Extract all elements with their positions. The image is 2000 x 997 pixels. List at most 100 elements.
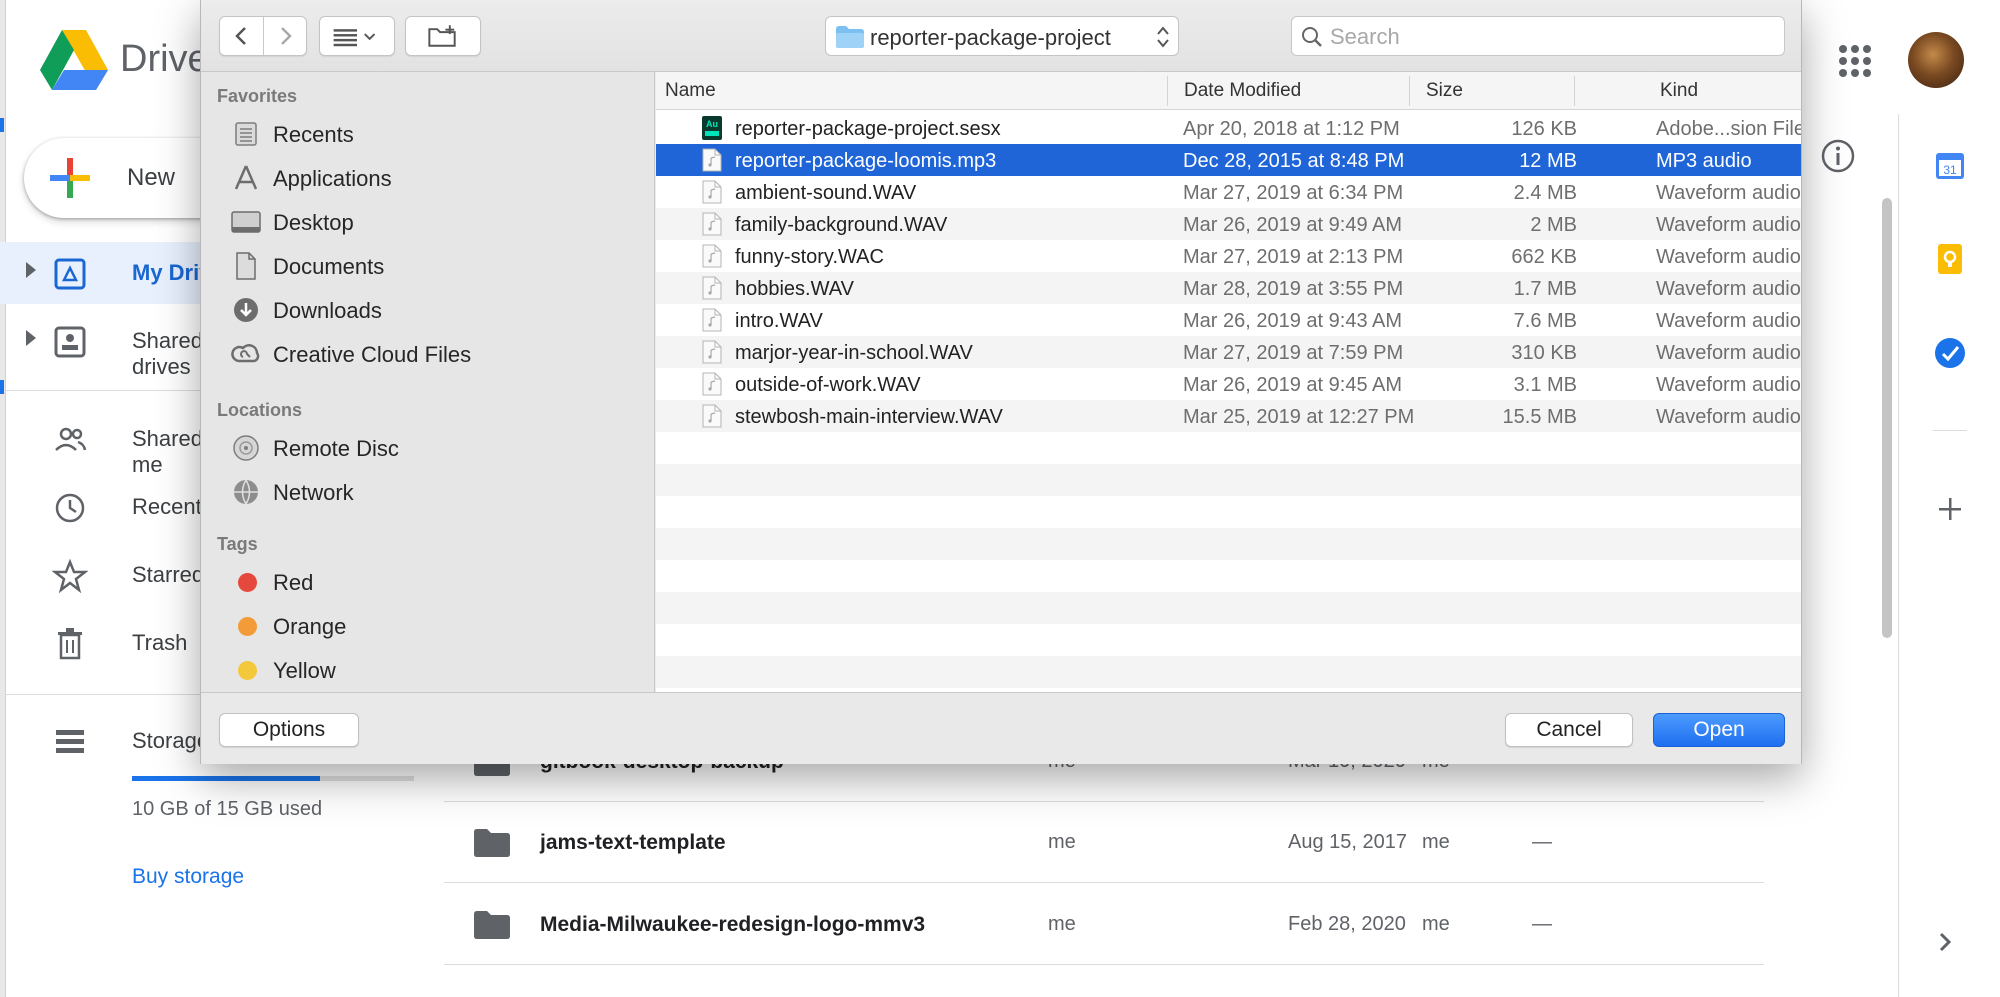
view-mode-button[interactable] <box>319 16 395 56</box>
tasks-icon[interactable] <box>1933 336 1967 370</box>
nav-label: Starred <box>132 562 205 587</box>
sidebar-item-label: Documents <box>273 254 385 279</box>
sidebar-item-creative-cloud[interactable]: Creative Cloud Files <box>201 334 654 374</box>
audio-file-icon <box>702 148 722 172</box>
file-name: marjor-year-in-school.WAV <box>735 342 973 364</box>
column-separator[interactable] <box>1574 76 1575 106</box>
file-size: 310 KB <box>1511 342 1577 364</box>
file-list-header: Name Date Modified Size Kind <box>656 72 1801 110</box>
info-icon[interactable] <box>1820 138 1856 174</box>
column-header-name[interactable]: Name <box>665 80 716 102</box>
storage-icon <box>56 730 84 753</box>
expand-caret-icon[interactable] <box>26 262 36 278</box>
sidebar-tag-orange[interactable]: Orange <box>201 606 654 646</box>
orange-tag-icon <box>238 617 257 636</box>
cancel-button[interactable]: Cancel <box>1505 713 1633 747</box>
open-button[interactable]: Open <box>1653 713 1785 747</box>
storage-usage-text: 10 GB of 15 GB used <box>132 798 323 820</box>
sidebar-item-label: Desktop <box>273 210 354 235</box>
drive-file-name: jams-text-template <box>540 831 726 854</box>
creative-cloud-icon <box>231 344 260 363</box>
drive-file-name: Media-Milwaukee-redesign-logo-mmv3 <box>540 913 926 936</box>
column-separator[interactable] <box>1167 76 1168 106</box>
options-button[interactable]: Options <box>219 713 359 747</box>
file-date-modified: Mar 27, 2019 at 2:13 PM <box>1183 246 1404 268</box>
search-field[interactable] <box>1291 16 1785 56</box>
file-name: hobbies.WAV <box>735 278 854 300</box>
drive-file-modified: Feb 28, 2020 <box>1288 913 1406 935</box>
audio-file-icon <box>702 372 722 396</box>
file-row[interactable]: ambient-sound.WAV Mar 27, 2019 at 6:34 PM… <box>656 176 1801 208</box>
dialog-bottom-bar: Options Cancel Open <box>201 692 1801 764</box>
folder-icon <box>474 829 510 857</box>
storage-progress-fill <box>132 776 321 781</box>
chevron-left-icon <box>235 27 246 45</box>
my-drive-icon <box>54 258 86 290</box>
file-date-modified: Dec 28, 2015 at 8:48 PM <box>1183 150 1405 172</box>
file-row[interactable]: reporter-package-loomis.mp3 Dec 28, 2015 … <box>656 144 1801 176</box>
drive-file-row[interactable]: Media-Milwaukee-redesign-logo-mmv3 me Fe… <box>444 883 1764 965</box>
google-drive-logo-icon[interactable] <box>40 30 108 90</box>
file-kind: Waveform audio <box>1656 246 1801 268</box>
column-header-date[interactable]: Date Modified <box>1184 80 1301 102</box>
trash-icon <box>58 628 82 660</box>
empty-row-stripe <box>656 528 1801 560</box>
keep-icon[interactable] <box>1933 242 1967 276</box>
new-folder-icon <box>428 25 456 47</box>
disc-icon <box>233 435 259 461</box>
yellow-tag-icon <box>238 661 257 680</box>
drive-file-size: — <box>1532 913 1552 935</box>
chevron-right-icon <box>281 27 292 45</box>
sidebar-item-applications[interactable]: Applications <box>201 158 654 198</box>
location-popup[interactable]: reporter-package-project <box>825 16 1179 56</box>
new-folder-button[interactable] <box>405 16 481 56</box>
desktop-icon <box>231 211 261 233</box>
sidebar-item-network[interactable]: Network <box>201 472 654 512</box>
column-header-kind[interactable]: Kind <box>1660 80 1698 102</box>
file-row[interactable]: hobbies.WAV Mar 28, 2019 at 3:55 PM 1.7 MB… <box>656 272 1801 304</box>
file-row[interactable]: funny-story.WAC Mar 27, 2019 at 2:13 PM 66… <box>656 240 1801 272</box>
file-row[interactable]: intro.WAV Mar 26, 2019 at 9:43 AM 7.6 MB Wa… <box>656 304 1801 336</box>
apps-grid-icon[interactable] <box>1838 44 1872 78</box>
audio-file-icon <box>702 404 722 428</box>
sidebar-item-label: Recents <box>273 122 354 147</box>
sidebar-tag-red[interactable]: Red <box>201 562 654 602</box>
buy-storage-link[interactable]: Buy storage <box>132 865 244 889</box>
audio-file-icon <box>702 308 722 332</box>
search-input[interactable] <box>1330 23 1770 51</box>
drive-scrollbar-thumb[interactable] <box>1882 198 1892 638</box>
forward-button[interactable] <box>264 17 307 55</box>
sidebar-item-downloads[interactable]: Downloads <box>201 290 654 330</box>
expand-caret-icon[interactable] <box>26 330 36 346</box>
nav-label: Recent <box>132 494 202 519</box>
file-size: 1.7 MB <box>1513 278 1577 300</box>
drive-scrollbar[interactable] <box>1878 194 1896 694</box>
dialog-toolbar: reporter-package-project <box>201 0 1801 72</box>
drive-file-row[interactable]: jams-text-template me Aug 15, 2017 me — <box>444 801 1764 883</box>
up-down-arrows-icon <box>1157 26 1169 48</box>
calendar-icon[interactable]: 31 <box>1933 148 1967 182</box>
file-kind: Waveform audio <box>1656 278 1801 300</box>
sidebar-tag-yellow[interactable]: Yellow <box>201 650 654 690</box>
file-row[interactable]: stewbosh-main-interview.WAV Mar 25, 2019 … <box>656 400 1801 432</box>
file-size: 12 MB <box>1519 150 1577 172</box>
file-row[interactable]: marjor-year-in-school.WAV Mar 27, 2019 at… <box>656 336 1801 368</box>
account-avatar[interactable] <box>1908 32 1964 88</box>
back-button[interactable] <box>220 17 263 55</box>
sidebar-item-remote-disc[interactable]: Remote Disc <box>201 428 654 468</box>
file-row[interactable]: Au reporter-package-project.sesx Apr 20, 2… <box>656 112 1801 144</box>
sidebar-item-desktop[interactable]: Desktop <box>201 202 654 242</box>
column-header-size[interactable]: Size <box>1426 80 1463 102</box>
file-size: 2 MB <box>1530 214 1577 236</box>
file-size: 15.5 MB <box>1502 406 1577 428</box>
add-addon-icon[interactable] <box>1933 492 1967 526</box>
file-row[interactable]: family-background.WAV Mar 26, 2019 at 9:4… <box>656 208 1801 240</box>
file-kind: Waveform audio <box>1656 406 1801 428</box>
chevron-right-icon[interactable] <box>1934 928 1956 956</box>
calendar-day-number: 31 <box>1943 163 1957 177</box>
sidebar-item-recents[interactable]: Recents <box>201 114 654 154</box>
sidebar-item-documents[interactable]: Documents <box>201 246 654 286</box>
downloads-icon <box>234 298 258 322</box>
column-separator[interactable] <box>1409 76 1410 106</box>
file-row[interactable]: outside-of-work.WAV Mar 26, 2019 at 9:45 … <box>656 368 1801 400</box>
